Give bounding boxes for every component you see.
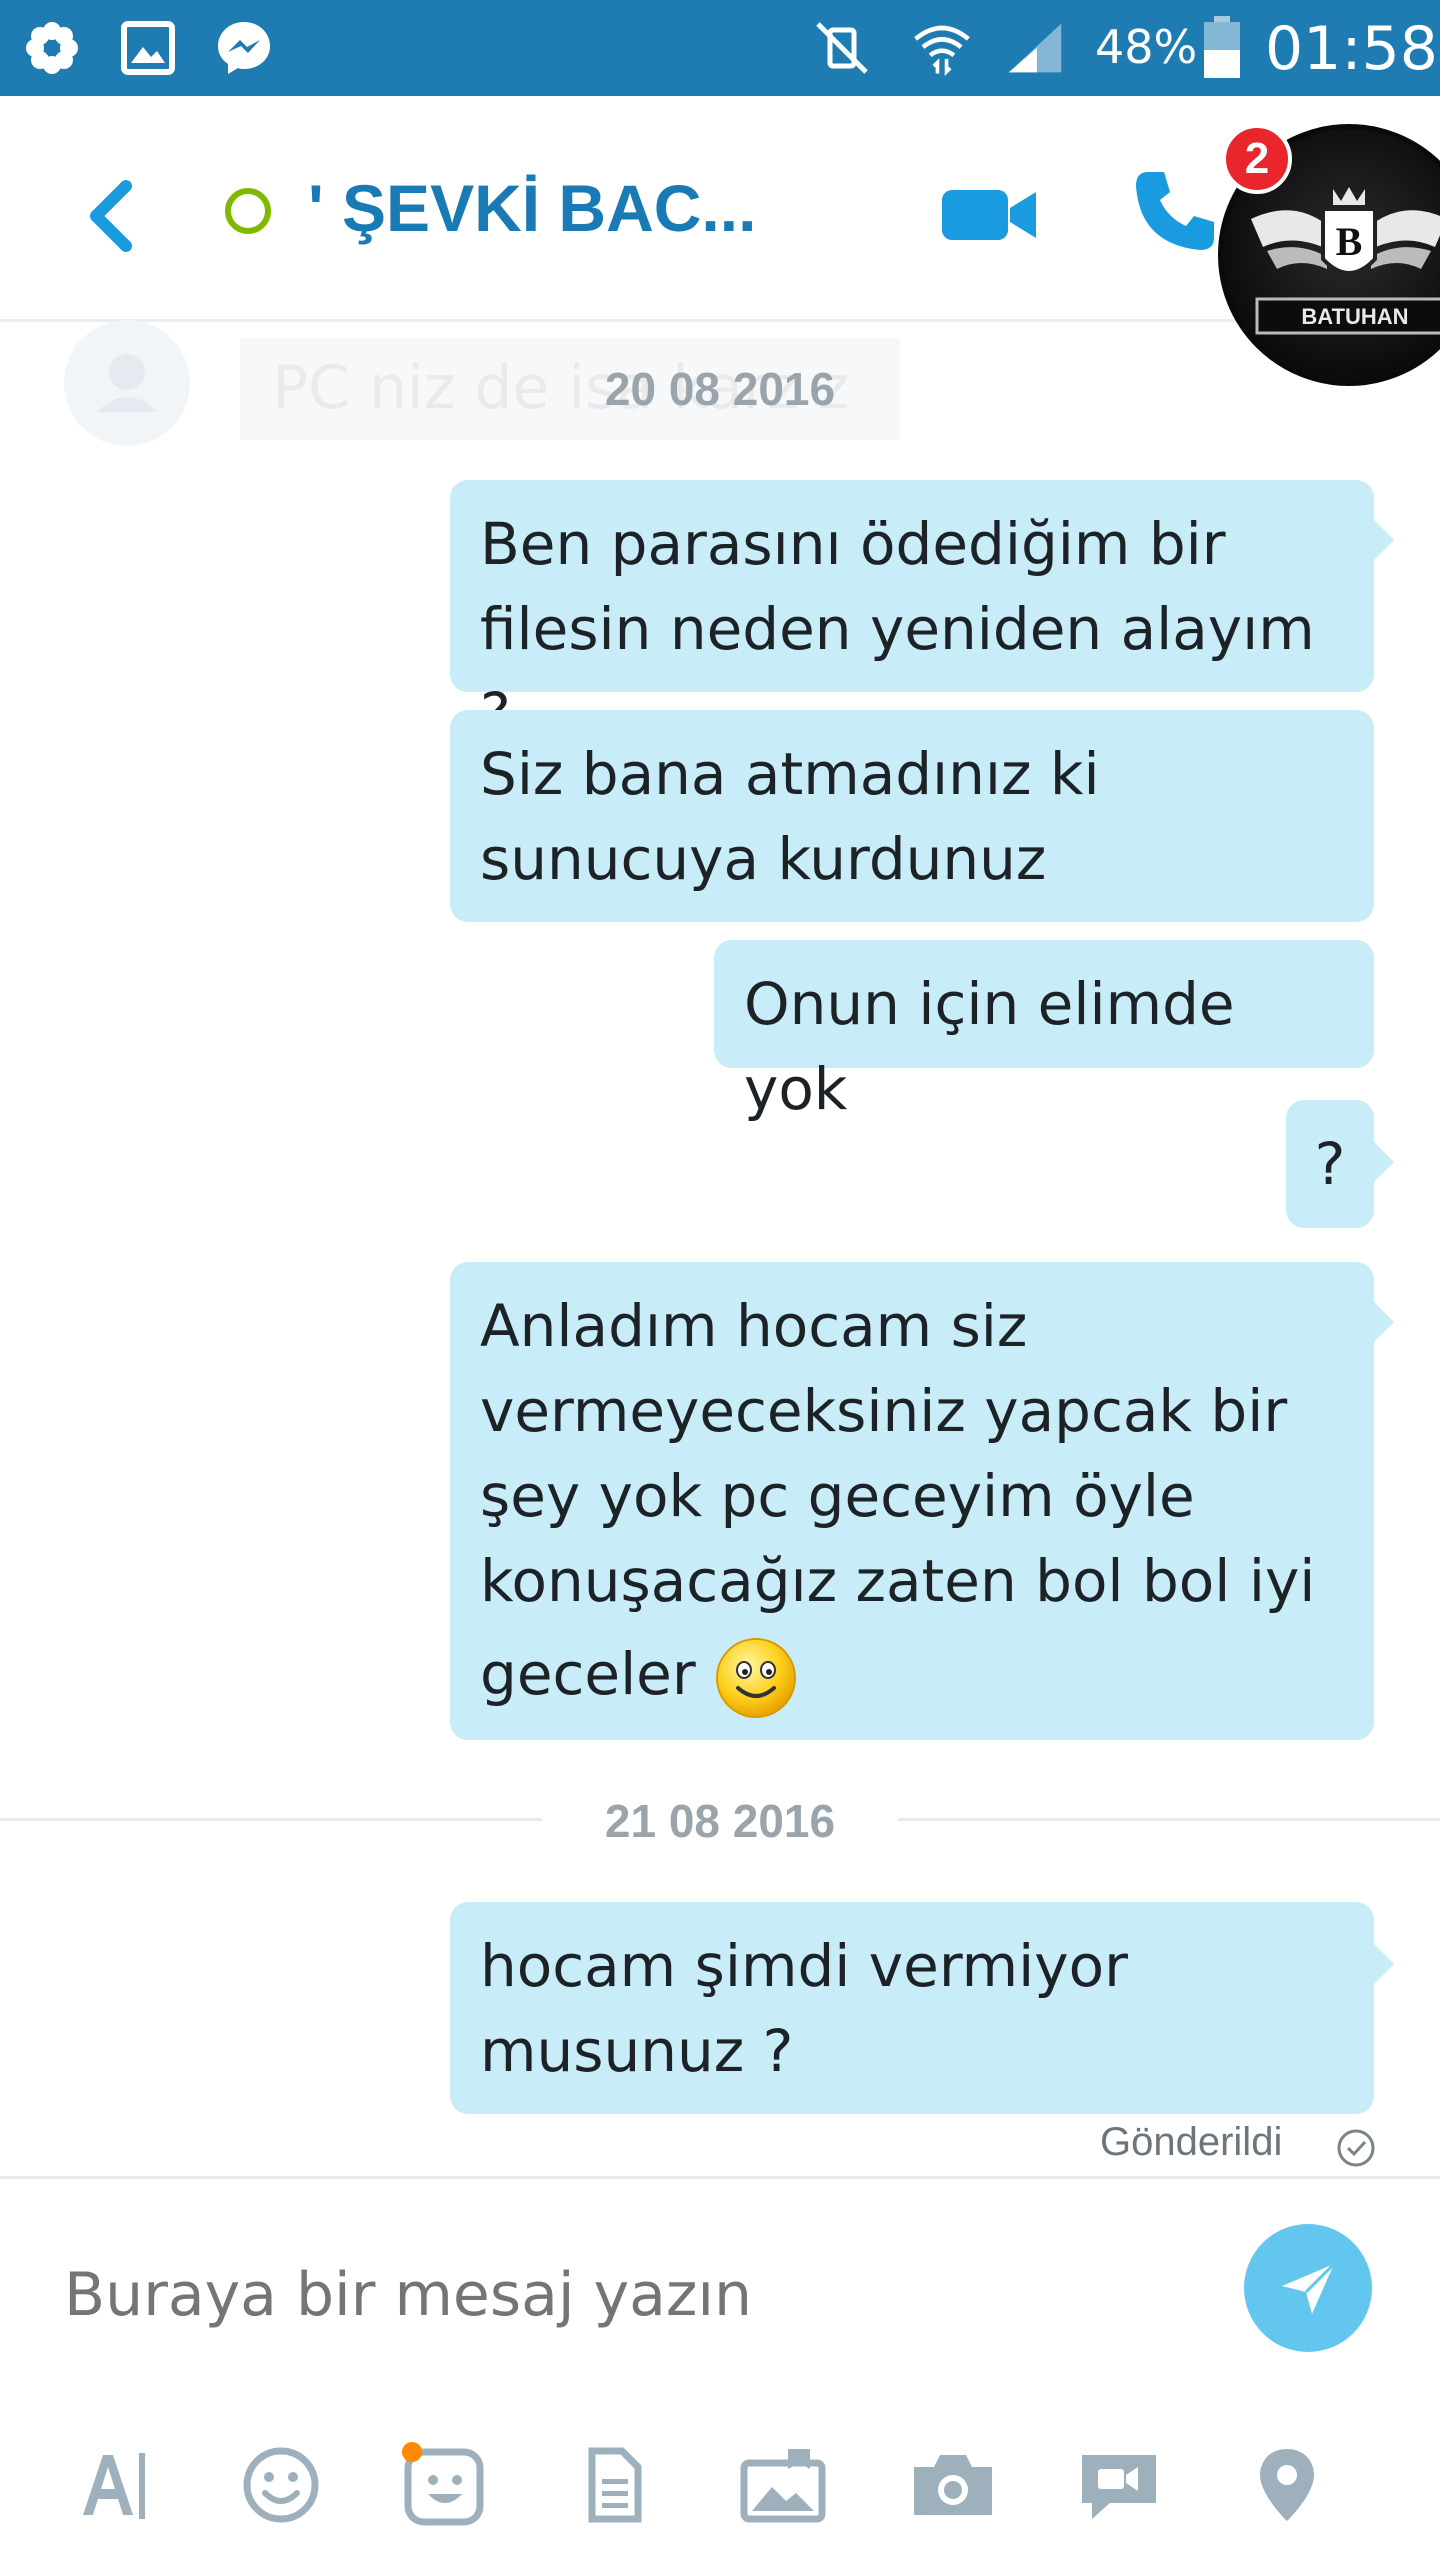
message-text: şey yok pc geceyim öyle xyxy=(480,1462,1195,1530)
message-text: Ben parasını ödediğim bir xyxy=(480,510,1226,578)
battery-percentage: 48% xyxy=(1095,20,1198,74)
notification-badge: 2 xyxy=(1222,124,1292,194)
sent-message[interactable]: Anladım hocam siz vermeyeceksiniz yapcak… xyxy=(450,1262,1374,1740)
message-text: Onun için elimde yok xyxy=(744,970,1235,1123)
contact-name[interactable]: ' ŞEVKİ BAC... xyxy=(308,170,756,246)
input-toolbar xyxy=(0,2420,1440,2540)
chevron-left-icon xyxy=(90,180,132,252)
send-icon xyxy=(1282,2262,1336,2314)
flower-icon xyxy=(22,18,82,78)
sent-message[interactable]: Onun için elimde yok xyxy=(714,940,1374,1123)
message-text: konuşacağız zaten bol bol iyi xyxy=(480,1547,1316,1615)
smiley-emoticon-icon xyxy=(716,1637,797,1718)
battery-icon xyxy=(1192,16,1252,78)
svg-text:BATUHAN: BATUHAN xyxy=(1301,304,1408,329)
message-text: Anladım hocam siz xyxy=(480,1292,1028,1360)
sent-message[interactable]: hocam şimdi vermiyor musunuz ? xyxy=(450,1902,1374,2114)
bubble-tail xyxy=(1372,1140,1394,1184)
video-camera-icon xyxy=(942,190,1036,240)
svg-text:B: B xyxy=(1336,219,1363,264)
message-input[interactable] xyxy=(64,2250,1164,2340)
clock: 01:58 xyxy=(1265,14,1438,84)
sent-message[interactable]: ? xyxy=(1286,1100,1374,1228)
camera-icon[interactable] xyxy=(908,2440,998,2530)
vibrate-off-icon xyxy=(812,18,872,78)
sent-message[interactable]: Siz bana atmadınız ki sunucuya kurdunuz xyxy=(450,710,1374,922)
sent-message[interactable]: Ben parasını ödediğim bir filesin neden … xyxy=(450,480,1374,748)
bubble-tail xyxy=(1372,518,1394,562)
send-button[interactable] xyxy=(1244,2224,1372,2352)
bubble-tail xyxy=(1372,1300,1394,1344)
divider xyxy=(0,2176,1440,2179)
photo-album-icon[interactable] xyxy=(738,2440,828,2530)
date-separator: 21 08 2016 xyxy=(604,1795,836,1847)
signal-icon xyxy=(1005,18,1065,78)
audio-call-button[interactable] xyxy=(1130,166,1220,256)
text-format-icon[interactable] xyxy=(68,2440,158,2530)
message-text: hocam şimdi vermiyor xyxy=(480,1932,1128,2000)
presence-indicator xyxy=(225,188,271,234)
emoticon-icon[interactable] xyxy=(236,2440,326,2530)
phone-icon xyxy=(1136,172,1214,250)
message-last-line: geceler xyxy=(480,1624,1344,1724)
bubble-tail xyxy=(1372,1942,1394,1986)
check-circle-icon xyxy=(1337,2129,1375,2167)
status-bar: 48% 01:58 xyxy=(0,0,1440,96)
delivery-status: Gönderildi xyxy=(1100,2120,1283,2164)
message-text: musunuz ? xyxy=(480,2017,794,2085)
message-text: ? xyxy=(1314,1130,1346,1198)
message-text: geceler xyxy=(480,1640,696,1708)
moji-icon[interactable] xyxy=(400,2440,490,2530)
message-text: sunucuya kurdunuz xyxy=(480,825,1047,893)
date-separator: 20 08 2016 xyxy=(604,363,836,415)
video-call-button[interactable] xyxy=(940,184,1040,246)
video-message-icon[interactable] xyxy=(1074,2440,1164,2530)
message-text: vermeyeceksiniz yapcak bir xyxy=(480,1377,1288,1445)
gallery-icon xyxy=(118,18,178,78)
message-text: Siz bana atmadınız ki xyxy=(480,740,1100,808)
location-icon[interactable] xyxy=(1242,2440,1332,2530)
wifi-icon xyxy=(912,18,972,78)
messenger-icon xyxy=(214,18,274,78)
file-icon[interactable] xyxy=(570,2440,660,2530)
back-button[interactable] xyxy=(80,176,140,256)
